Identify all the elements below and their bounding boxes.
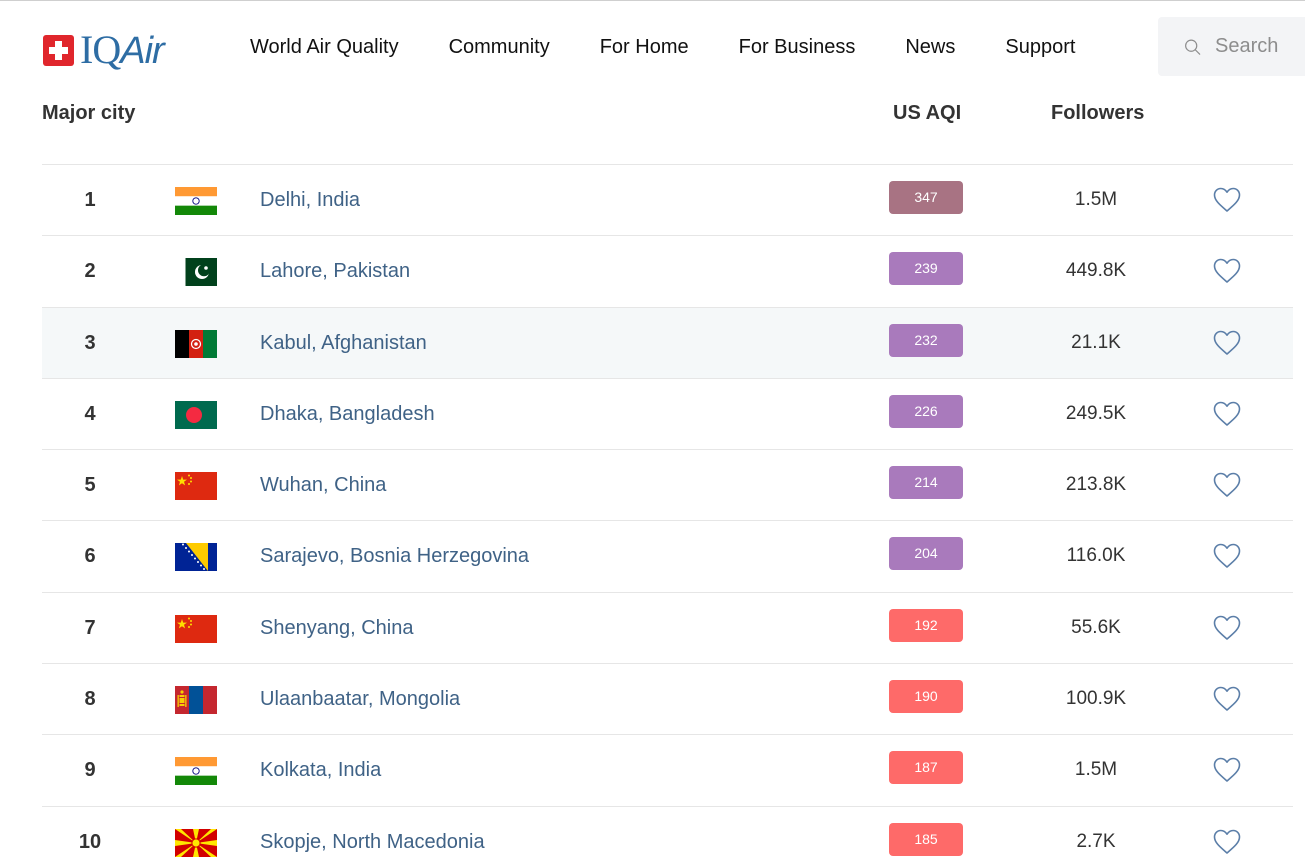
heart-icon[interactable]	[1212, 328, 1242, 358]
nav-news[interactable]: News	[905, 36, 955, 59]
flag-north-macedonia-icon	[175, 828, 217, 857]
table-row[interactable]: 9 Kolkata, India 187 1.5M	[42, 734, 1293, 805]
aqi-badge: 192	[889, 608, 963, 642]
followers-count: 249.5K	[1065, 402, 1127, 424]
followers-count: 449.8K	[1065, 260, 1127, 282]
table-row[interactable]: 1 Delhi, India 347 1.5M	[42, 164, 1293, 235]
iqair-logo[interactable]: IQAir	[43, 26, 165, 72]
aqi-badge: 347	[889, 181, 963, 214]
site-header: IQAir World Air Quality Community For Ho…	[0, 4, 1305, 90]
aqi-badge: 214	[889, 466, 963, 500]
aqi-badge: 204	[889, 537, 963, 571]
rank-number: 3	[84, 331, 96, 354]
main-nav: World Air Quality Community For Home For…	[250, 36, 1125, 59]
nav-support[interactable]: Support	[1005, 36, 1075, 59]
followers-count: 1.5M	[1074, 759, 1118, 781]
rank-number: 5	[84, 474, 96, 497]
city-link[interactable]: Lahore, Pakistan	[260, 260, 410, 283]
swiss-flag-icon	[43, 34, 74, 66]
followers-count: 213.8K	[1065, 474, 1127, 496]
city-link[interactable]: Shenyang, China	[260, 617, 413, 640]
header-us-aqi: US AQI	[893, 102, 962, 124]
aqi-badge: 185	[889, 822, 963, 856]
flag-afghanistan-icon	[175, 329, 217, 358]
heart-icon[interactable]	[1212, 755, 1242, 785]
flag-india-icon	[175, 757, 217, 786]
table-row[interactable]: 4 Dhaka, Bangladesh 226 249.5K	[42, 377, 1293, 449]
aqi-badge: 190	[889, 680, 963, 714]
flag-bosnia-icon	[175, 543, 217, 572]
city-link[interactable]: Ulaanbaatar, Mongolia	[260, 688, 460, 711]
rank-number: 4	[84, 402, 96, 425]
city-link[interactable]: Wuhan, China	[260, 474, 386, 497]
heart-icon[interactable]	[1212, 541, 1242, 571]
flag-bangladesh-icon	[175, 400, 217, 429]
aqi-badge: 187	[889, 751, 963, 785]
search-box[interactable]	[1158, 17, 1305, 76]
rank-number: 2	[84, 260, 96, 283]
nav-world-air-quality[interactable]: World Air Quality	[250, 36, 399, 59]
table-row[interactable]: 3 Kabul, Afghanistan 232 21.1K	[42, 306, 1293, 378]
city-link[interactable]: Kabul, Afghanistan	[260, 332, 427, 355]
city-ranking-table: 1 Delhi, India 347 1.5M 2 Lahore, Pakistan 239…	[42, 164, 1293, 865]
logo-text: IQAir	[80, 26, 165, 72]
table-row[interactable]: 2 Lahore, Pakistan 239 449.8K	[42, 235, 1293, 306]
aqi-badge: 226	[889, 394, 963, 428]
heart-icon[interactable]	[1212, 399, 1242, 429]
followers-count: 100.9K	[1065, 688, 1127, 710]
heart-icon[interactable]	[1212, 684, 1242, 714]
table-row[interactable]: 6 Sarajevo, Bosnia Herzegovina 204 116.0K	[42, 520, 1293, 591]
nav-community[interactable]: Community	[449, 36, 550, 59]
followers-count: 2.7K	[1076, 830, 1116, 852]
city-link[interactable]: Dhaka, Bangladesh	[260, 403, 435, 426]
city-link[interactable]: Sarajevo, Bosnia Herzegovina	[260, 545, 529, 568]
rank-number: 7	[84, 616, 96, 639]
table-row[interactable]: 7 Shenyang, China 192 55.6K	[42, 591, 1293, 663]
header-major-city: Major city	[42, 102, 136, 124]
flag-mongolia-icon	[175, 686, 217, 715]
heart-icon[interactable]	[1212, 185, 1242, 215]
followers-count: 21.1K	[1071, 331, 1121, 353]
rank-number: 9	[84, 759, 96, 782]
heart-icon[interactable]	[1212, 613, 1242, 643]
rank-number: 10	[78, 830, 102, 853]
search-icon[interactable]	[1184, 34, 1201, 60]
flag-china-icon	[175, 472, 217, 501]
nav-for-home[interactable]: For Home	[600, 36, 689, 59]
table-row[interactable]: 5 Wuhan, China 214 213.8K	[42, 449, 1293, 520]
table-row[interactable]: 10 Skopje, North Macedonia 185 2.7K	[42, 805, 1293, 865]
flag-india-icon	[175, 187, 217, 215]
table-row[interactable]: 8 Ulaanbaatar, Mongolia 190 100.9K	[42, 663, 1293, 734]
followers-count: 116.0K	[1066, 545, 1126, 567]
city-link[interactable]: Skopje, North Macedonia	[260, 831, 485, 854]
rank-number: 8	[84, 688, 96, 711]
nav-for-business[interactable]: For Business	[739, 36, 856, 59]
city-link[interactable]: Delhi, India	[260, 189, 360, 212]
rank-number: 1	[84, 189, 96, 211]
flag-china-icon	[175, 614, 217, 643]
search-input[interactable]	[1215, 35, 1305, 58]
aqi-badge: 232	[889, 323, 963, 357]
heart-icon[interactable]	[1212, 470, 1242, 500]
aqi-badge: 239	[889, 252, 963, 286]
flag-pakistan-icon	[175, 258, 217, 287]
heart-icon[interactable]	[1212, 256, 1242, 286]
city-link[interactable]: Kolkata, India	[260, 759, 381, 782]
followers-count: 55.6K	[1071, 616, 1121, 638]
followers-count: 1.5M	[1074, 189, 1118, 210]
rank-number: 6	[84, 545, 96, 568]
heart-icon[interactable]	[1212, 827, 1242, 857]
header-followers: Followers	[1051, 102, 1145, 124]
